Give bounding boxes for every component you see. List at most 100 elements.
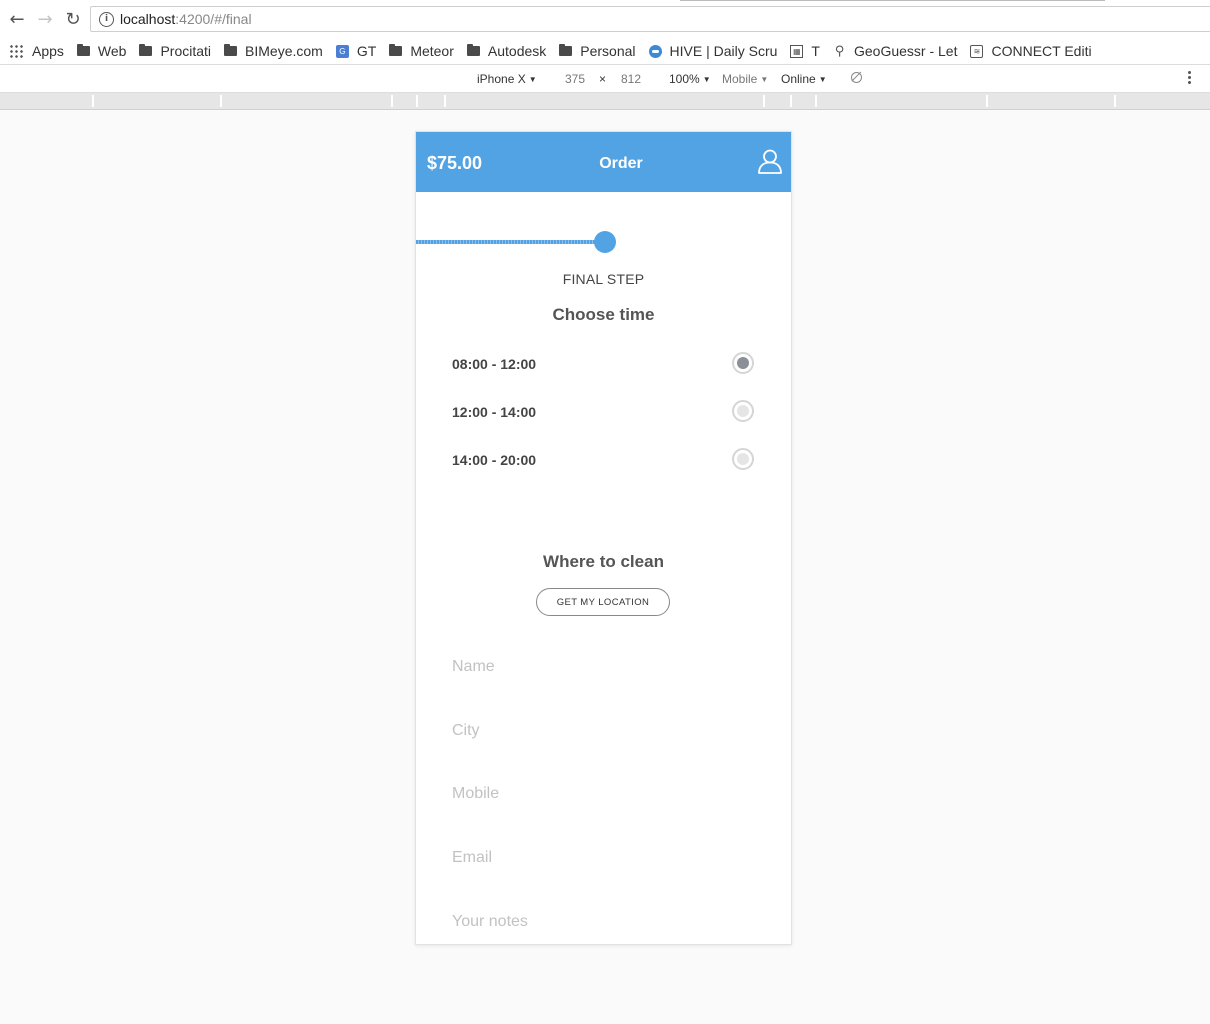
bookmark-hive[interactable]: HIVE | Daily Scru (648, 43, 778, 59)
time-slot-option[interactable]: 08:00 - 12:00 (452, 349, 757, 377)
media-query-ruler[interactable] (0, 93, 1210, 110)
progress-handle[interactable] (594, 231, 616, 253)
reload-button[interactable]: ↻ (59, 4, 87, 34)
radio-dot (737, 453, 749, 465)
translate-icon: G (335, 44, 349, 58)
device-select-label: iPhone X (477, 72, 526, 86)
caret-down-icon: ▼ (528, 75, 537, 84)
address-bar[interactable]: i localhost:4200/#/final (90, 6, 1210, 32)
bookmark-label: CONNECT Editi (991, 43, 1092, 59)
folder-icon (76, 44, 90, 56)
rotate-icon[interactable] (851, 72, 862, 83)
bookmark-label: GeoGuessr - Let (853, 43, 958, 59)
zoom-select-label: 100% (669, 72, 700, 86)
bookmark-meteor[interactable]: Meteor (389, 43, 454, 59)
bookmark-label: BIMeye.com (245, 43, 323, 59)
apps-grid-icon (9, 44, 23, 58)
bookmark-label: Apps (32, 43, 64, 59)
ruler-divider (444, 95, 446, 107)
time-slot-radio[interactable] (732, 448, 754, 470)
bookmark-label: Web (97, 43, 127, 59)
viewport-width[interactable]: 375 (565, 72, 585, 86)
time-slot-option[interactable]: 14:00 - 20:00 (452, 445, 757, 473)
zoom-select[interactable]: 100% ▼ (669, 72, 711, 86)
back-button[interactable]: ← (3, 4, 31, 34)
bookmark-connect[interactable]: ≋ CONNECT Editi (970, 43, 1092, 59)
caret-down-icon: ▼ (818, 75, 827, 84)
email-field[interactable] (452, 843, 757, 873)
user-icon[interactable] (757, 148, 783, 174)
bookmarks-bar: Apps Web Procitati BIMeye.com G GT Meteor… (0, 38, 1210, 64)
time-slot-label: 12:00 - 14:00 (452, 404, 537, 420)
city-field[interactable] (452, 716, 757, 746)
bookmark-label: GT (356, 43, 377, 59)
reload-icon: ↻ (65, 8, 81, 30)
t-icon: ▦ (790, 44, 804, 58)
folder-icon (139, 44, 153, 56)
bookmark-apps[interactable]: Apps (0, 43, 64, 59)
bookmark-personal[interactable]: Personal (559, 43, 636, 59)
pin-icon: ⚲ (834, 43, 845, 58)
ruler-divider (1114, 95, 1116, 107)
ruler-divider (92, 95, 94, 107)
mode-select[interactable]: Mobile ▼ (722, 72, 768, 86)
bookmark-label: Personal (580, 43, 636, 59)
bookmark-web[interactable]: Web (76, 43, 127, 59)
notes-field[interactable] (452, 907, 757, 937)
dimension-separator: × (599, 72, 607, 86)
time-slot-label: 14:00 - 20:00 (452, 452, 537, 468)
url-host: localhost (120, 11, 176, 27)
where-to-clean-title: Where to clean (543, 552, 664, 571)
ruler-divider (220, 95, 222, 107)
time-slot-radio[interactable] (732, 352, 754, 374)
arrow-right-icon: → (37, 8, 53, 30)
folder-icon (224, 44, 238, 56)
bookmark-autodesk[interactable]: Autodesk (466, 43, 547, 59)
mobile-field[interactable] (452, 779, 757, 809)
choose-time-title: Choose time (552, 305, 655, 324)
device-viewport: $75.00 Order FINAL STEP Choose time 08:0… (415, 131, 792, 945)
forward-button[interactable]: → (31, 4, 59, 34)
bookmark-geoguessr[interactable]: ⚲ GeoGuessr - Let (833, 43, 958, 59)
ruler-divider (391, 95, 393, 107)
bookmark-t[interactable]: ▦ T (790, 43, 820, 59)
progress-track (416, 240, 604, 244)
network-select-label: Online (781, 72, 816, 86)
url-path: :4200/#/final (175, 11, 252, 27)
radio-dot (737, 405, 749, 417)
caret-down-icon: ▼ (760, 75, 769, 84)
folder-icon (559, 44, 573, 56)
more-menu-icon[interactable] (1188, 71, 1191, 86)
info-icon[interactable]: i (99, 11, 114, 27)
time-slot-option[interactable]: 12:00 - 14:00 (452, 397, 757, 425)
devtools-device-toolbar: iPhone X ▼ 375 × 812 100% ▼ Mobile ▼ Online… (0, 64, 1210, 93)
device-select[interactable]: iPhone X ▼ (477, 72, 537, 86)
ruler-divider (790, 95, 792, 107)
bookmark-gt[interactable]: G GT (335, 43, 377, 59)
viewport-height[interactable]: 812 (621, 72, 641, 86)
time-slot-radio[interactable] (732, 400, 754, 422)
bookmark-label: Autodesk (487, 43, 547, 59)
ruler-divider (815, 95, 817, 107)
time-slot-label: 08:00 - 12:00 (452, 356, 537, 372)
hive-icon (648, 44, 662, 58)
ruler-divider (416, 95, 418, 107)
folder-icon (466, 44, 480, 56)
bookmark-bimeye[interactable]: BIMeye.com (224, 43, 323, 59)
bookmark-label: T (811, 43, 820, 59)
caret-down-icon: ▼ (702, 75, 711, 84)
ruler-divider (763, 95, 765, 107)
bookmark-label: Meteor (410, 43, 454, 59)
divider (680, 0, 1105, 1)
folder-icon (389, 44, 403, 56)
radio-dot (737, 357, 749, 369)
ruler-divider (986, 95, 988, 107)
name-field[interactable] (452, 652, 757, 682)
bookmark-procitati[interactable]: Procitati (139, 43, 211, 59)
bookmark-label: HIVE | Daily Scru (669, 43, 778, 59)
network-select[interactable]: Online ▼ (781, 72, 827, 86)
step-label: FINAL STEP (562, 271, 645, 287)
arrow-left-icon: ← (9, 8, 25, 30)
app-header: $75.00 Order (416, 132, 791, 192)
get-location-button[interactable]: GET MY LOCATION (536, 588, 670, 616)
